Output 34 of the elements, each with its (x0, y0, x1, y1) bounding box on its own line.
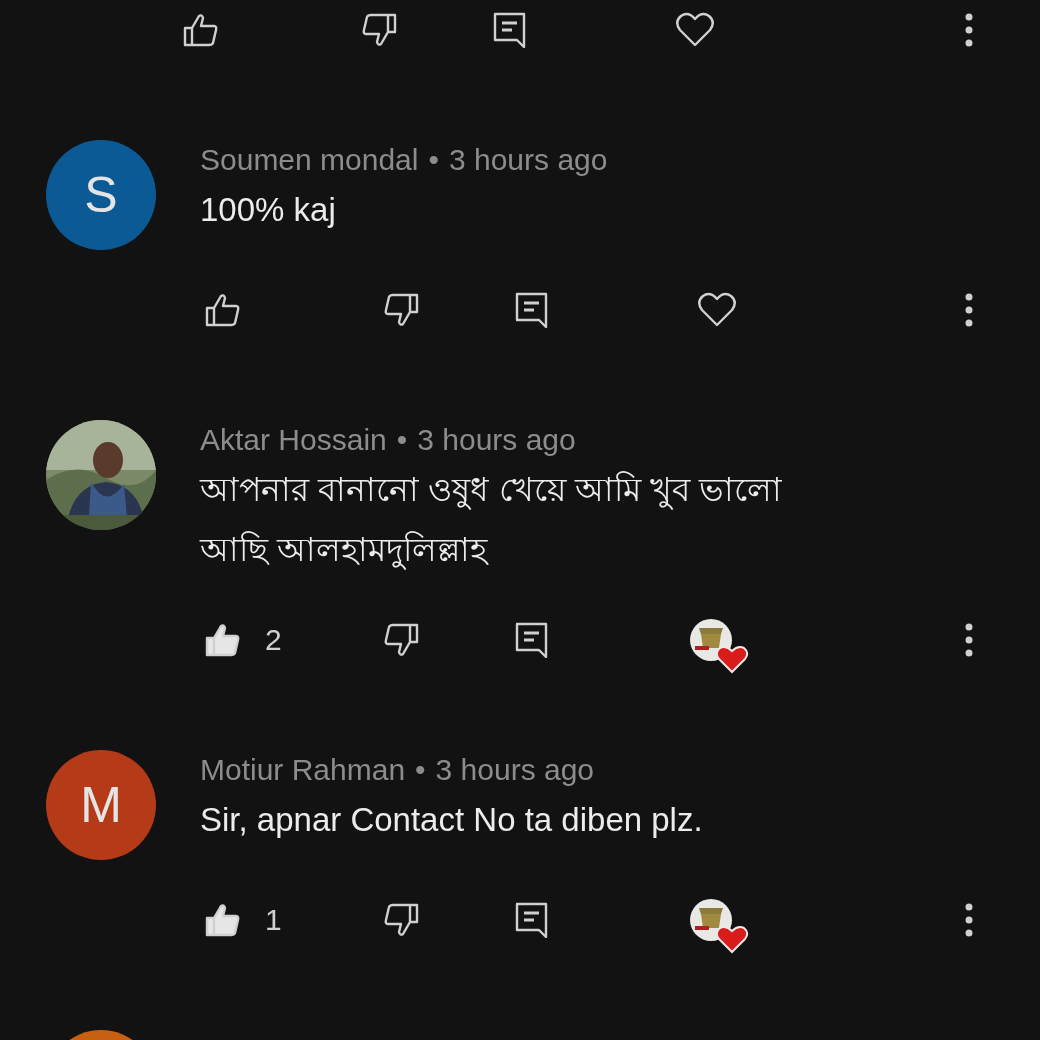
author-name[interactable]: Aktar Hossain (200, 423, 387, 456)
reply-button[interactable] (515, 902, 549, 938)
separator-dot: • (428, 143, 439, 176)
heart-button[interactable] (697, 292, 737, 328)
avatar[interactable]: M (46, 750, 156, 860)
more-options-button[interactable] (965, 623, 973, 657)
more-options-button[interactable] (965, 903, 973, 937)
separator-dot: • (396, 423, 408, 456)
reply-button[interactable] (515, 292, 549, 328)
dislike-button[interactable] (361, 13, 397, 47)
like-count: 2 (265, 623, 282, 657)
heart-button[interactable] (675, 12, 715, 48)
like-button[interactable] (205, 293, 241, 327)
comment-text: Sir, apnar Contact No ta diben plz. (200, 800, 704, 840)
avatar[interactable]: S (46, 140, 156, 250)
comment-text: 100% kaj (200, 190, 337, 230)
like-button[interactable] (205, 903, 241, 937)
comment-time[interactable]: 3 hours ago (449, 143, 608, 176)
like-button[interactable] (205, 623, 241, 657)
dislike-button[interactable] (383, 623, 419, 657)
more-options-button[interactable] (965, 13, 973, 47)
like-count: 1 (265, 903, 282, 937)
author-name[interactable]: Motiur Rahman (200, 753, 406, 786)
comment-time[interactable]: 3 hours ago (417, 423, 576, 456)
reply-button[interactable] (493, 12, 527, 48)
reply-button[interactable] (515, 622, 549, 658)
like-button[interactable] (183, 13, 219, 47)
dislike-button[interactable] (383, 903, 419, 937)
comment-time[interactable]: 3 hours ago (435, 753, 595, 786)
more-options-button[interactable] (965, 293, 973, 327)
author-name[interactable]: Soumen mondal (200, 143, 419, 176)
dislike-button[interactable] (383, 293, 419, 327)
comment-text: আপনার বানানো ওষুধ খেয়ে আমি খুব ভালো আছি আলহামদুলিল্লাহ (200, 470, 783, 572)
separator-dot: • (415, 753, 426, 786)
